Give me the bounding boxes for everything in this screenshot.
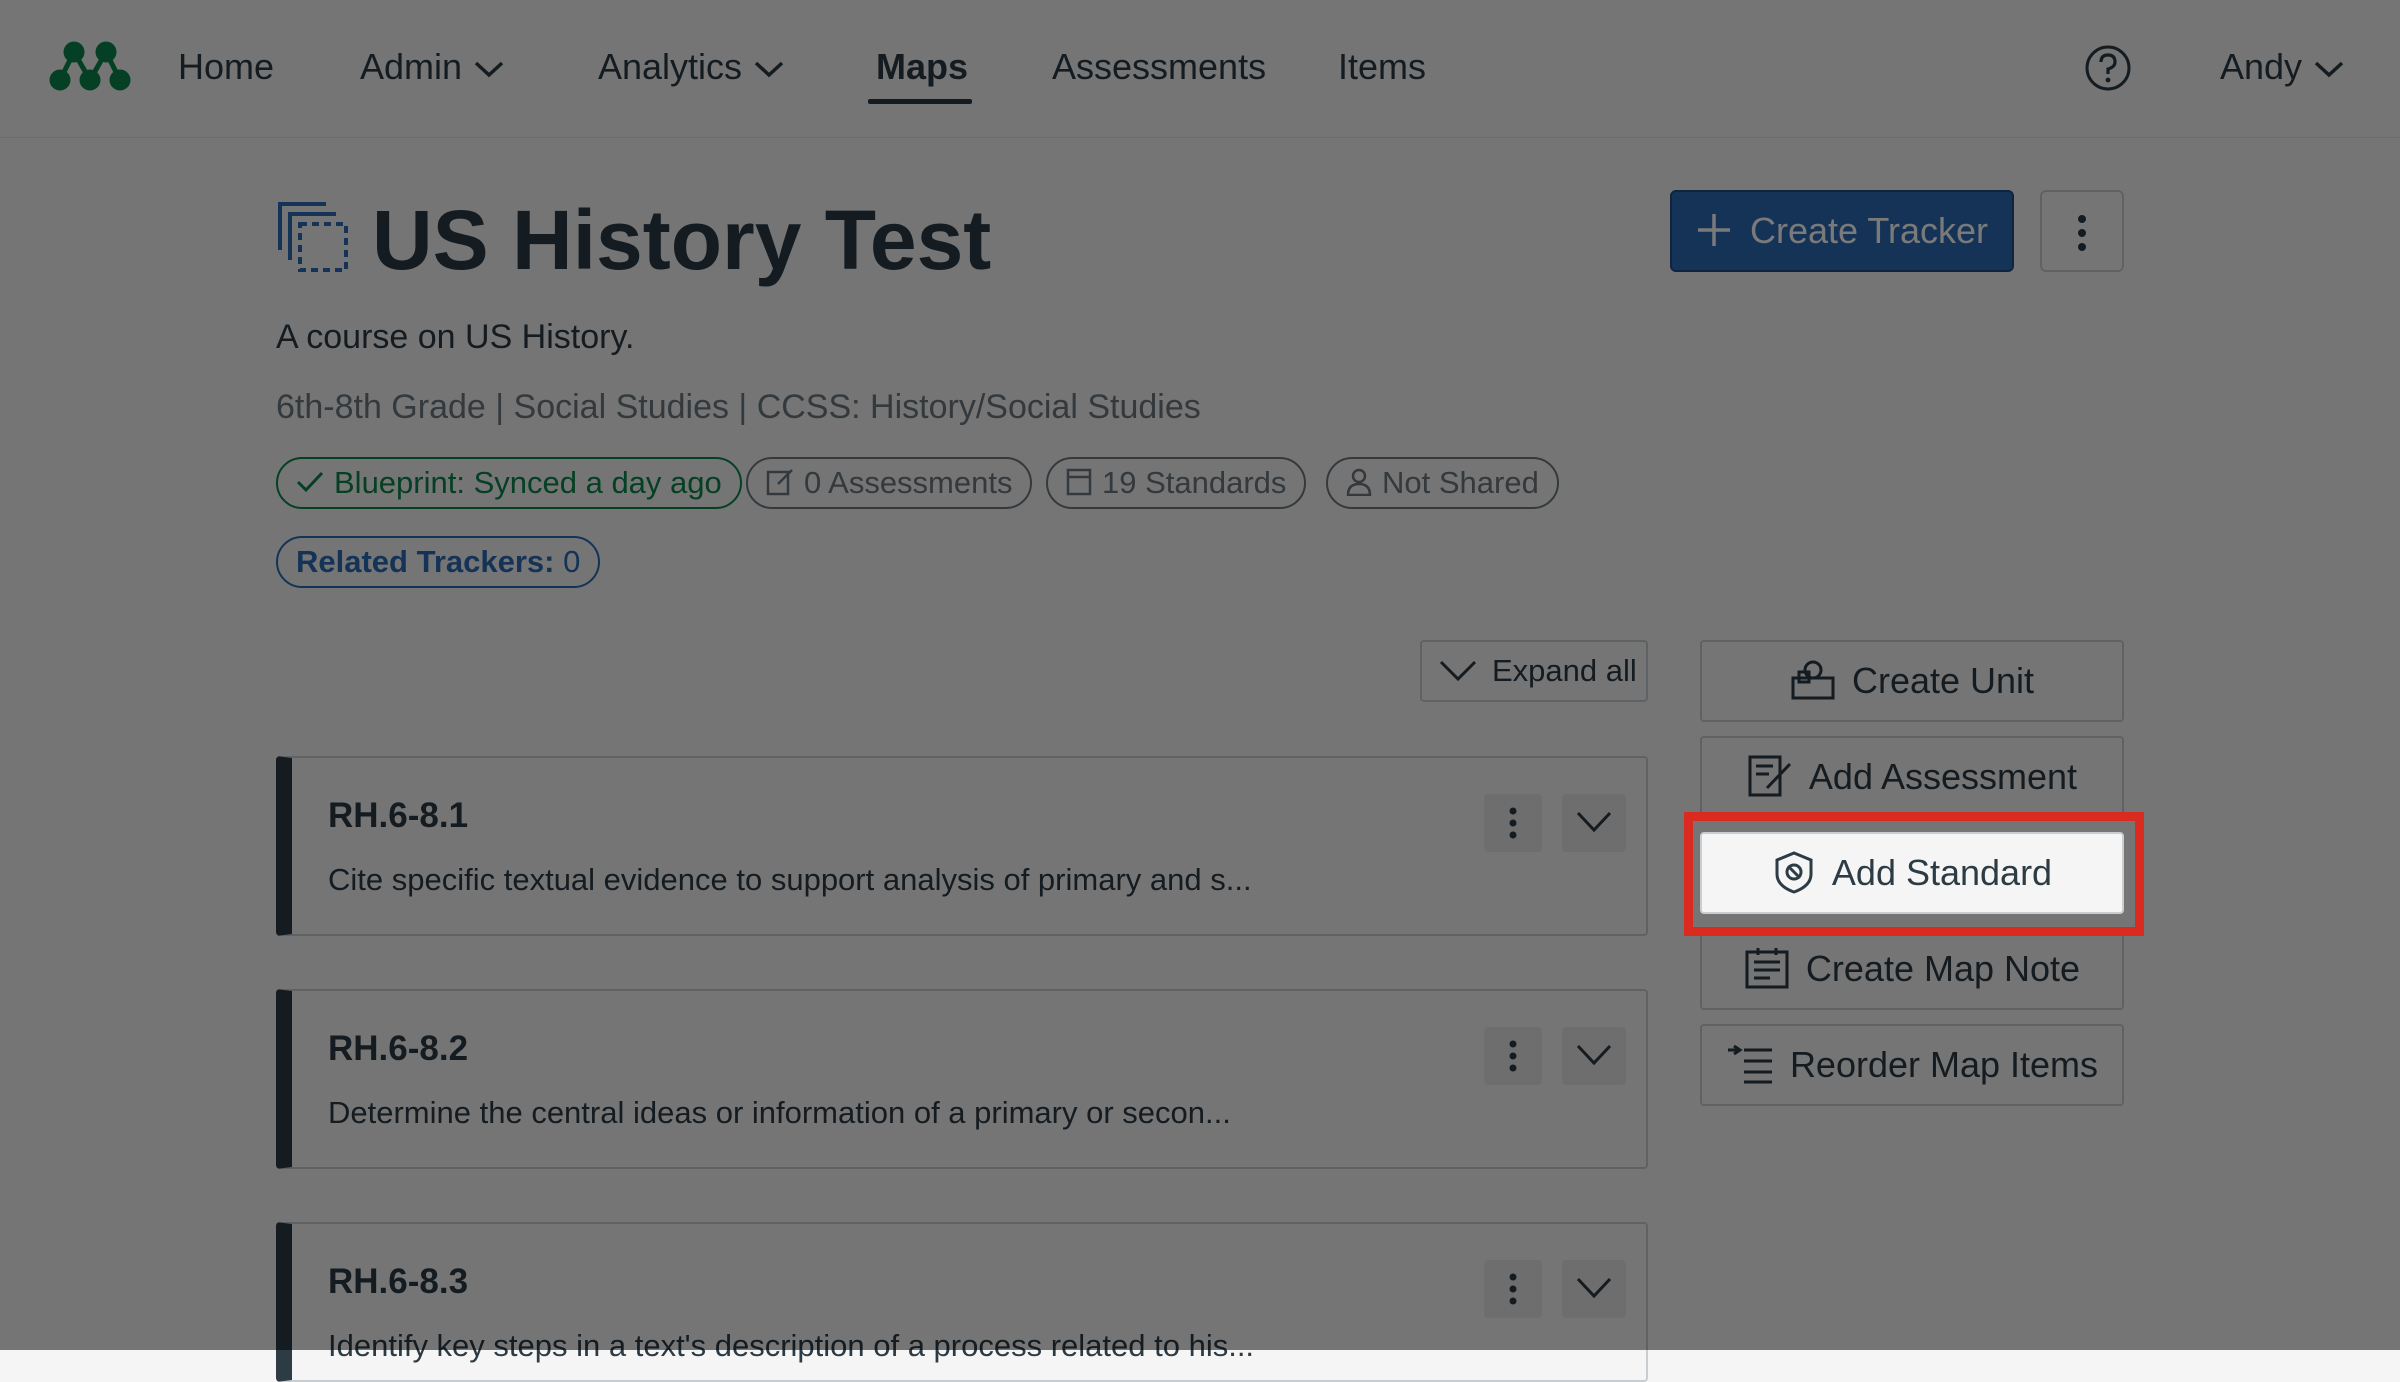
top-nav: Home Admin Analytics Maps Assessments It… xyxy=(0,0,2400,138)
related-trackers-count: 0 xyxy=(563,544,581,579)
standard-expand-button[interactable] xyxy=(1562,794,1626,852)
assessments-label: 0 Assessments xyxy=(804,465,1013,500)
user-menu[interactable]: Andy xyxy=(2220,40,2344,94)
page-title: US History Test xyxy=(372,193,992,287)
kebab-icon xyxy=(1509,807,1517,839)
course-description: A course on US History. xyxy=(276,318,635,356)
standard-description: Cite specific textual evidence to suppor… xyxy=(328,862,1252,897)
nav-items[interactable]: Items xyxy=(1338,40,1426,94)
plus-icon xyxy=(1697,214,1730,247)
create-map-note-button[interactable]: Create Map Note xyxy=(1700,928,2124,1010)
chevron-down-icon xyxy=(2314,62,2344,78)
shapes-icon xyxy=(1791,660,1835,700)
check-icon xyxy=(296,471,324,492)
standard-code: RH.6-8.2 xyxy=(328,1029,469,1068)
active-tab-indicator xyxy=(868,99,972,104)
standards-badge[interactable]: 19 Standards xyxy=(1046,457,1307,509)
chevron-down-icon xyxy=(1439,660,1477,682)
edit-icon xyxy=(766,468,793,496)
expand-all-label: Expand all xyxy=(1492,653,1637,688)
kebab-icon xyxy=(2078,215,2086,251)
reorder-map-items-button[interactable]: Reorder Map Items xyxy=(1700,1024,2124,1106)
nav-home-label: Home xyxy=(178,46,275,87)
nav-assessments-label: Assessments xyxy=(1052,46,1267,87)
logo-icon[interactable] xyxy=(48,40,132,92)
course-meta: 6th-8th Grade | Social Studies | CCSS: H… xyxy=(276,388,1201,426)
nav-items-label: Items xyxy=(1338,46,1427,87)
nav-admin[interactable]: Admin xyxy=(360,40,504,94)
standard-description: Determine the central ideas or informati… xyxy=(328,1095,1231,1130)
standard-card[interactable]: RH.6-8.2 Determine the central ideas or … xyxy=(276,989,1648,1169)
add-assessment-label: Add Assessment xyxy=(1808,756,2078,797)
chevron-down-icon xyxy=(474,62,504,78)
standard-options-button[interactable] xyxy=(1484,1027,1542,1085)
reorder-icon xyxy=(1727,1045,1772,1084)
create-unit-label: Create Unit xyxy=(1851,660,2035,701)
standard-code: RH.6-8.1 xyxy=(328,796,469,835)
related-trackers-label: Related Trackers: xyxy=(296,544,555,579)
standard-expand-button[interactable] xyxy=(1562,1260,1626,1318)
create-map-note-label: Create Map Note xyxy=(1805,948,2081,989)
blueprint-badge[interactable]: Blueprint: Synced a day ago xyxy=(276,457,742,509)
course-map-icon xyxy=(278,202,348,272)
standard-options-button[interactable] xyxy=(1484,794,1542,852)
nav-admin-label: Admin xyxy=(360,46,463,87)
document-icon xyxy=(1066,468,1092,496)
chevron-down-icon xyxy=(1576,1044,1612,1066)
chevron-down-icon xyxy=(754,62,784,78)
standard-code: RH.6-8.3 xyxy=(328,1262,469,1301)
more-options-button[interactable] xyxy=(2040,190,2124,272)
nav-maps-label: Maps xyxy=(876,46,969,87)
badge-icon xyxy=(1775,851,1813,895)
expand-all-button[interactable]: Expand all xyxy=(1420,640,1648,702)
create-tracker-button[interactable]: Create Tracker xyxy=(1670,190,2014,272)
chevron-down-icon xyxy=(1576,811,1612,833)
add-standard-button[interactable]: Add Standard xyxy=(1700,832,2124,914)
reorder-map-items-label: Reorder Map Items xyxy=(1789,1044,2099,1085)
related-trackers-badge[interactable]: Related Trackers: 0 xyxy=(276,536,601,588)
standard-description: Identify key steps in a text's descripti… xyxy=(328,1328,1255,1363)
nav-analytics-label: Analytics xyxy=(598,46,743,87)
nav-maps[interactable]: Maps xyxy=(876,40,968,94)
nav-home[interactable]: Home xyxy=(178,40,274,94)
kebab-icon xyxy=(1509,1040,1517,1072)
add-assessment-button[interactable]: Add Assessment xyxy=(1700,736,2124,818)
standard-options-button[interactable] xyxy=(1484,1260,1542,1318)
create-tracker-label: Create Tracker xyxy=(1749,210,1989,251)
sharing-badge[interactable]: Not Shared xyxy=(1326,457,1559,509)
help-icon[interactable] xyxy=(2084,44,2132,92)
assessments-badge[interactable]: 0 Assessments xyxy=(746,457,1033,509)
standards-label: 19 Standards xyxy=(1102,465,1287,500)
user-name: Andy xyxy=(2220,46,2303,87)
note-icon xyxy=(1745,948,1789,989)
create-unit-button[interactable]: Create Unit xyxy=(1700,640,2124,722)
standard-card[interactable]: RH.6-8.3 Identify key steps in a text's … xyxy=(276,1222,1648,1382)
kebab-icon xyxy=(1509,1273,1517,1305)
standard-expand-button[interactable] xyxy=(1562,1027,1626,1085)
person-icon xyxy=(1346,468,1372,496)
edit-icon xyxy=(1748,755,1792,797)
nav-analytics[interactable]: Analytics xyxy=(598,40,784,94)
chevron-down-icon xyxy=(1576,1277,1612,1299)
standard-card[interactable]: RH.6-8.1 Cite specific textual evidence … xyxy=(276,756,1648,936)
add-standard-label: Add Standard xyxy=(1831,852,2053,893)
sharing-label: Not Shared xyxy=(1382,465,1539,500)
blueprint-label: Blueprint: Synced a day ago xyxy=(334,465,722,500)
nav-assessments[interactable]: Assessments xyxy=(1052,40,1266,94)
